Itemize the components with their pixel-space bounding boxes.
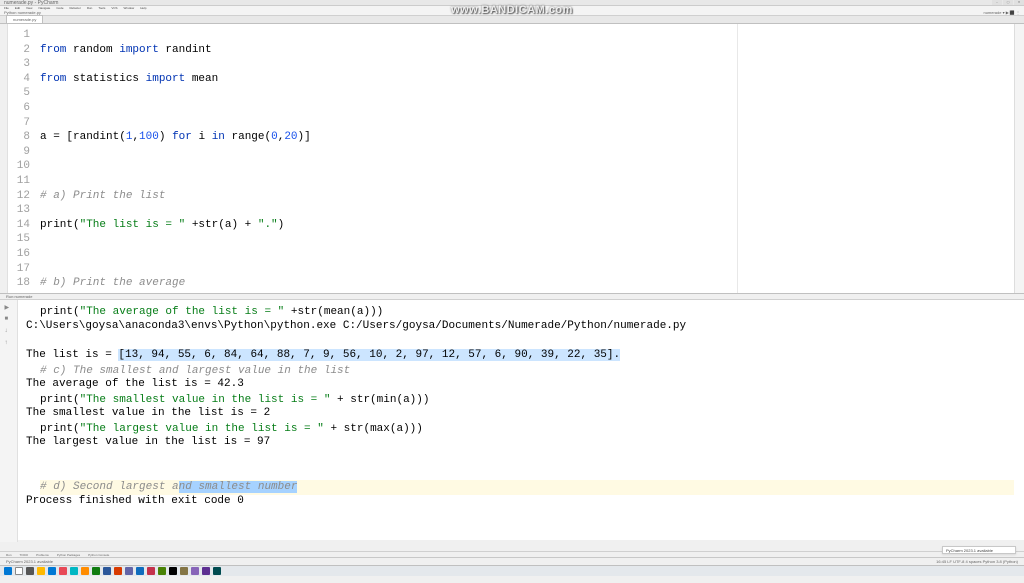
excel-icon[interactable]	[92, 567, 100, 575]
menu-vcs[interactable]: VCS	[111, 6, 117, 10]
start-button[interactable]	[4, 567, 12, 575]
line-number-gutter[interactable]: 123 456 789 101112 131415 161718	[8, 24, 36, 293]
minimize-button[interactable]: –	[992, 0, 1002, 5]
side-gutter	[0, 24, 8, 293]
menu-help[interactable]: Help	[140, 6, 146, 10]
app-icon[interactable]	[147, 567, 155, 575]
down-icon[interactable]: ↓	[5, 328, 13, 336]
rerun-icon[interactable]: ▶	[5, 304, 13, 312]
pycharm-icon[interactable]	[169, 567, 177, 575]
app-icon[interactable]	[136, 567, 144, 575]
toolwin-packages[interactable]: Python Packages	[57, 553, 80, 557]
update-notification[interactable]: PyCharm 2023.1 available	[942, 546, 1016, 554]
window-title: numerade.py - PyCharm	[4, 0, 58, 6]
status-right[interactable]: 16:45 LF UTF-8 4 spaces Python 3.8 (Pyth…	[936, 559, 1018, 564]
run-toolbar: ▶ ■ ↓ ↑	[0, 300, 18, 542]
run-tab-label[interactable]: Run:	[6, 294, 14, 299]
up-icon[interactable]: ↑	[5, 340, 13, 348]
right-margin-line	[737, 24, 738, 293]
menu-code[interactable]: Code	[56, 6, 63, 10]
app-icon[interactable]	[202, 567, 210, 575]
app-icon[interactable]	[191, 567, 199, 575]
bandicam-watermark: www.BANDICAM.com	[451, 4, 573, 16]
menu-tools[interactable]: Tools	[98, 6, 105, 10]
run-tab-name[interactable]: numerade	[14, 294, 32, 299]
window-controls: – ▢ ✕	[992, 0, 1024, 5]
app-icon[interactable]	[158, 567, 166, 575]
search-icon[interactable]	[15, 567, 23, 575]
taskview-icon[interactable]	[26, 567, 34, 575]
app-icon[interactable]	[70, 567, 78, 575]
edge-icon[interactable]	[48, 567, 56, 575]
app-icon[interactable]	[213, 567, 221, 575]
statusbar: PyCharm 2023.1 available 16:45 LF UTF-8 …	[0, 557, 1024, 565]
maximize-button[interactable]: ▢	[1003, 0, 1013, 5]
status-left[interactable]: PyCharm 2023.1 available	[6, 559, 53, 564]
editor-tabbar: numerade.py	[0, 16, 1024, 24]
editor-area: 123 456 789 101112 131415 161718 from ra…	[0, 24, 1024, 293]
teams-icon[interactable]	[125, 567, 133, 575]
firefox-icon[interactable]	[81, 567, 89, 575]
editor-scrollbar[interactable]	[1014, 24, 1024, 293]
explorer-icon[interactable]	[37, 567, 45, 575]
toolwin-run[interactable]: Run	[6, 553, 12, 557]
app-icon[interactable]	[59, 567, 67, 575]
windows-taskbar	[0, 565, 1024, 576]
toolwin-problems[interactable]: Problems	[36, 553, 49, 557]
tab-numerade[interactable]: numerade.py	[6, 15, 43, 23]
close-button[interactable]: ✕	[1014, 0, 1024, 5]
menu-run[interactable]: Run	[87, 6, 93, 10]
powerpoint-icon[interactable]	[114, 567, 122, 575]
word-icon[interactable]	[103, 567, 111, 575]
app-icon[interactable]	[180, 567, 188, 575]
selected-text: nd smallest number	[179, 481, 298, 493]
toolwin-console[interactable]: Python Console	[88, 553, 109, 557]
code-editor[interactable]: from random import randint from statisti…	[36, 24, 1014, 293]
menu-refactor[interactable]: Refactor	[69, 6, 80, 10]
menu-window[interactable]: Window	[124, 6, 135, 10]
toolwin-todo[interactable]: TODO	[20, 553, 29, 557]
run-config-selector[interactable]: numerade ▾ ▶ ⬛ ⋮	[983, 10, 1020, 15]
stop-icon[interactable]: ■	[5, 316, 13, 324]
